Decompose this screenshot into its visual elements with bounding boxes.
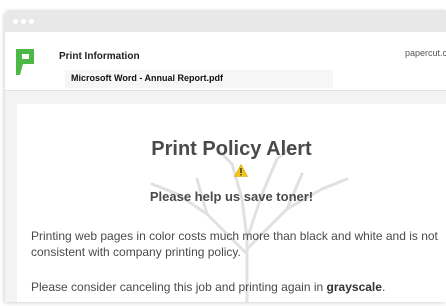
alert-title: Print Policy Alert (151, 138, 312, 160)
domain-text: papercut.co (404, 48, 446, 58)
alert-subtitle: Please help us save toner! (149, 189, 314, 204)
papercut-logo (16, 49, 34, 75)
window-dot[interactable] (13, 19, 18, 24)
print-info-header: Print Information Microsoft Word - Annua… (5, 32, 446, 91)
warning-icon (234, 164, 248, 177)
document-name-box: Microsoft Word - Annual Report.pdf (65, 70, 333, 88)
request-paragraph: Please consider canceling this job and p… (31, 279, 446, 295)
request-text: Please consider canceling this job and p… (31, 280, 324, 294)
document-name: Microsoft Word - Annual Report.pdf (71, 73, 223, 83)
request-period: . (381, 280, 386, 294)
header-title: Print Information (59, 51, 140, 62)
title-bar (5, 10, 446, 32)
notification-window: Print Information Microsoft Word - Annua… (5, 10, 446, 302)
window-dot[interactable] (21, 19, 26, 24)
grayscale-emphasis: grayscale (326, 280, 382, 294)
window-dot[interactable] (29, 19, 34, 24)
alert-panel: Print Policy Alert Please help us save t… (17, 104, 446, 302)
policy-paragraph: Printing web pages in color costs much m… (31, 229, 438, 259)
